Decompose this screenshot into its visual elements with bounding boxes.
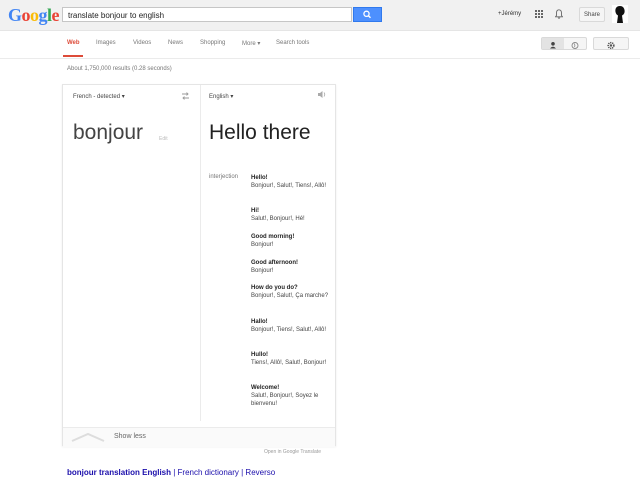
user-profile-link[interactable]: +Jérémy <box>498 11 521 17</box>
result-title-bold[interactable]: bonjour translation English <box>67 468 171 477</box>
show-less-label[interactable]: Show less <box>114 433 146 440</box>
tab-web[interactable]: Web <box>67 40 80 46</box>
search-button[interactable] <box>353 7 382 22</box>
search-icon <box>363 10 371 19</box>
settings-button[interactable] <box>593 37 629 50</box>
search-result-title[interactable]: bonjour translation English | French dic… <box>67 468 275 477</box>
world-results-button[interactable] <box>564 38 586 49</box>
speaker-icon[interactable] <box>317 90 327 99</box>
translation-entry: Hello! Bonjour!, Salut!, Tiens!, Allô! <box>251 174 331 190</box>
entry-synonyms: Bonjour!, Tiens!, Salut!, Allô! <box>251 327 327 333</box>
entry-term: Hallo! <box>251 319 268 325</box>
share-button[interactable]: Share <box>579 7 605 22</box>
translation-entry: Good afternoon! Bonjour! <box>251 259 331 275</box>
globe-icon <box>571 42 579 49</box>
entry-synonyms: Salut!, Bonjour!, Hé! <box>251 216 305 222</box>
translated-text: Hello there <box>209 121 311 144</box>
person-icon <box>550 42 556 49</box>
entry-synonyms: Bonjour!, Salut!, Ça marche? <box>251 293 329 299</box>
open-in-google-translate-link[interactable]: Open in Google Translate <box>264 449 321 455</box>
google-logo[interactable]: Google <box>8 5 60 26</box>
translation-entry: Good morning! Bonjour! <box>251 233 331 249</box>
entry-term: Hello! <box>251 175 268 181</box>
edit-link[interactable]: Edit <box>159 136 168 142</box>
gear-icon <box>607 41 615 50</box>
tab-images[interactable]: Images <box>96 40 116 46</box>
tab-news[interactable]: News <box>168 40 183 46</box>
entry-term: Hi! <box>251 208 259 214</box>
result-title-part[interactable]: Reverso <box>245 468 275 477</box>
entry-synonyms: Bonjour!, Salut!, Tiens!, Allô! <box>251 183 327 189</box>
entry-term: Good morning! <box>251 234 295 240</box>
show-less-bar[interactable]: Show less <box>63 427 335 447</box>
target-language-select[interactable]: English ▾ <box>209 93 233 100</box>
source-language-select[interactable]: French - detected ▾ <box>73 93 125 100</box>
chevron-up-icon <box>71 432 105 442</box>
entry-term: How do you do? <box>251 285 298 291</box>
personal-results-button[interactable] <box>542 38 564 49</box>
translation-entry: Hallo! Bonjour!, Tiens!, Salut!, Allô! <box>251 318 331 334</box>
source-text[interactable]: bonjour <box>73 121 143 145</box>
column-divider <box>200 85 201 421</box>
active-tab-indicator <box>63 55 83 57</box>
entry-synonyms: Bonjour! <box>251 268 274 274</box>
entry-term: Welcome! <box>251 385 280 391</box>
personal-results-toggle <box>541 37 587 50</box>
tab-videos[interactable]: Videos <box>133 40 151 46</box>
translation-entry: Welcome! Salut!, Bonjour!, Soyez le bien… <box>251 384 331 408</box>
translation-entry: How do you do? Bonjour!, Salut!, Ça marc… <box>251 284 331 300</box>
translation-entry: Hullo! Tiens!, Allô!, Salut!, Bonjour! <box>251 351 331 367</box>
entry-term: Good afternoon! <box>251 260 298 266</box>
tab-more[interactable]: More ▾ <box>242 40 260 47</box>
tab-shopping[interactable]: Shopping <box>200 40 225 46</box>
apps-grid-icon[interactable] <box>535 10 543 18</box>
entry-term: Hullo! <box>251 352 268 358</box>
part-of-speech-label: interjection <box>209 174 239 180</box>
top-bar: Google translate bonjour to english +Jér… <box>0 0 640 31</box>
entry-synonyms: Tiens!, Allô!, Salut!, Bonjour! <box>251 360 327 366</box>
translate-card: French - detected ▾ English ▾ bonjour Ed… <box>62 84 336 447</box>
result-stats: About 1,750,000 results (0.28 seconds) <box>67 66 172 72</box>
result-title-part[interactable]: French dictionary <box>178 468 239 477</box>
notifications-bell-icon[interactable] <box>555 9 563 19</box>
translation-entry: Hi! Salut!, Bonjour!, Hé! <box>251 207 331 223</box>
avatar[interactable] <box>612 5 628 23</box>
entry-synonyms: Salut!, Bonjour!, Soyez le bienvenu! <box>251 393 319 407</box>
tab-search-tools[interactable]: Search tools <box>276 40 309 46</box>
entry-synonyms: Bonjour! <box>251 242 274 248</box>
search-input[interactable]: translate bonjour to english <box>62 7 352 22</box>
swap-languages-icon[interactable] <box>181 92 190 100</box>
